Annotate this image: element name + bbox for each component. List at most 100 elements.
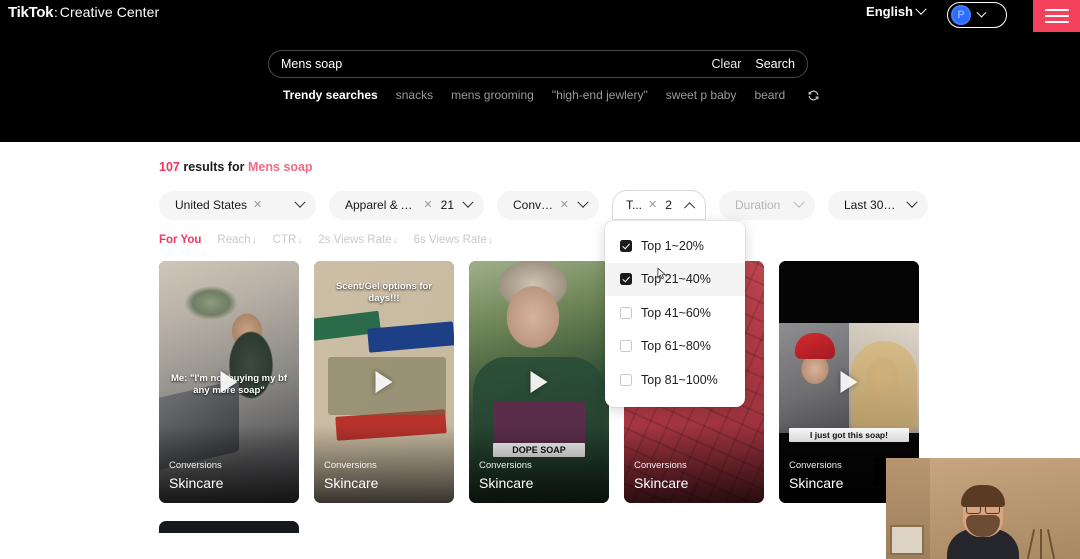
sort-arrow-down-icon: ↓ [392,235,398,246]
chevron-down-icon [785,196,805,209]
checkbox-icon[interactable] [620,373,632,386]
sort-ctr[interactable]: CTR↓ [273,234,303,246]
filter-region[interactable]: United States ✕ [159,190,316,220]
dropdown-option-top-21-40[interactable]: Top 21~40% [605,262,745,296]
search-input[interactable] [281,57,712,71]
chevron-up-icon [677,201,696,214]
dropdown-option-label: Top 81~100% [641,372,718,387]
trendy-item-4[interactable]: beard [754,88,785,102]
checkbox-icon[interactable] [620,273,632,286]
filter-top-percentage-clear-icon[interactable]: ✕ [648,199,657,211]
filter-region-label: United States [175,198,248,212]
chevron-down-icon [569,196,589,209]
sort-2s-views-rate[interactable]: 2s Views Rate↓ [318,234,397,246]
video-objective: Conversions [479,459,532,471]
tiktok-creative-center-page: TikTok : Creative Center English P Clear… [0,0,1080,559]
dropdown-option-top-41-60[interactable]: Top 41~60% [605,296,745,330]
video-objective: Conversions [169,459,222,471]
filter-industry-clear-icon[interactable]: ✕ [423,199,432,211]
filter-duration[interactable]: Duration [719,190,815,220]
sort-ctr-label: CTR [272,234,297,246]
dropdown-option-label: Top 61~80% [641,339,711,354]
checkbox-icon[interactable] [620,239,632,252]
refresh-icon[interactable] [807,89,820,102]
video-card[interactable]: Scent/Gel options for days!!! Conversion… [314,261,454,503]
video-card[interactable] [624,521,764,559]
filter-objective-label: Conver... [513,198,554,212]
results-query: Mens soap [247,160,313,174]
search-button[interactable]: Search [755,57,795,71]
video-card[interactable] [469,521,609,559]
video-card[interactable] [159,521,299,559]
sort-6s-views-rate[interactable]: 6s Views Rate↓ [414,234,493,246]
video-caption: Scent/Gel options for days!!! [335,281,433,304]
filter-duration-label: Duration [735,198,781,212]
chevron-down-icon [286,196,306,209]
sort-arrow-down-icon: ↓ [251,235,257,246]
sort-arrow-down-icon: ↓ [297,235,303,246]
presenter-webcam-overlay[interactable] [886,458,1080,559]
webcam-tripod [1026,525,1056,559]
filter-top-percentage-label: T... [626,198,643,212]
filter-objective-clear-icon[interactable]: ✕ [560,199,569,211]
results-count: 107 [159,160,180,174]
dropdown-option-label: Top 1~20% [641,238,704,253]
account-menu[interactable]: P [947,2,1007,28]
video-card[interactable] [314,521,454,559]
language-selector[interactable]: English [866,3,927,19]
checkbox-icon[interactable] [620,340,632,353]
video-category: Skincare [479,474,534,491]
top-percentage-dropdown: Top 1~20% Top 21~40% Top 41~60% Top 61~8… [605,221,745,407]
webcam-wall [886,458,930,559]
filter-top-percentage[interactable]: T... ✕ 2 [612,190,706,220]
sort-reach[interactable]: Reach↓ [217,234,256,246]
video-category: Skincare [324,474,379,491]
play-icon[interactable] [840,371,858,393]
account-chevron-down-icon [976,6,987,24]
filter-region-clear-icon[interactable]: ✕ [253,199,262,211]
video-objective: Conversions [789,459,842,471]
video-card[interactable]: DOPE SOAP Conversions Skincare [469,261,609,503]
video-category: Skincare [789,474,844,491]
results-summary: 107 results for Mens soap [159,160,313,174]
webcam-person [944,477,1022,559]
navbar: TikTok : Creative Center English P [0,0,1080,32]
hamburger-menu-icon[interactable] [1033,0,1080,32]
sort-6s-views-rate-label: 6s Views Rate [413,234,487,246]
chevron-down-icon [898,196,918,209]
trendy-item-1[interactable]: mens grooming [451,88,534,102]
filter-industry-count: 21 [440,198,454,212]
brand-logo[interactable]: TikTok : Creative Center [8,4,159,21]
video-card[interactable]: Me: "I'm not buying my bf any more soap"… [159,261,299,503]
trendy-searches: Trendy searches snacks mens grooming "hi… [283,88,820,102]
trendy-item-0[interactable]: snacks [396,88,433,102]
checkbox-icon[interactable] [620,306,632,319]
filter-industry[interactable]: Apparel & Ac... ✕ 21 [329,190,484,220]
trendy-searches-label: Trendy searches [283,88,378,102]
chevron-down-icon [454,196,474,209]
trendy-item-2[interactable]: "high-end jewlery" [552,88,648,102]
video-card-meta: Conversions Skincare [169,460,223,492]
filter-date-range[interactable]: Last 30 days [828,190,928,220]
sort-bar: For You Reach↓ CTR↓ 2s Views Rate↓ 6s Vi… [159,234,493,246]
play-icon[interactable] [530,371,548,393]
results-for-label: results for [183,160,245,174]
search-bar[interactable]: Clear Search [268,50,808,78]
filter-top-percentage-count: 2 [665,198,672,212]
video-thumbnail [159,521,299,533]
dropdown-option-top-81-100[interactable]: Top 81~100% [605,363,745,397]
play-icon[interactable] [375,371,393,393]
filter-objective[interactable]: Conver... ✕ [497,190,599,220]
avatar: P [951,5,971,25]
sort-for-you[interactable]: For You [159,234,201,246]
video-card-meta: Conversions Skincare [634,460,688,492]
language-label: English [866,4,913,19]
play-icon[interactable] [220,371,238,393]
dropdown-option-top-61-80[interactable]: Top 61~80% [605,330,745,364]
video-objective: Conversions [634,459,687,471]
webcam-edge-shadow [874,458,886,486]
dropdown-option-label: Top 41~60% [641,305,711,320]
trendy-item-3[interactable]: sweet p baby [666,88,737,102]
clear-button[interactable]: Clear [712,57,742,71]
dropdown-option-top-1-20[interactable]: Top 1~20% [605,229,745,263]
